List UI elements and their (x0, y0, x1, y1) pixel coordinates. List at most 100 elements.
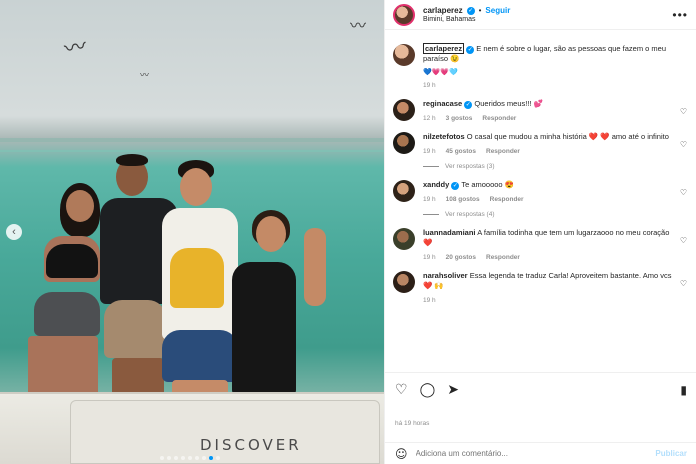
author-info: carlaperez ✓ • Seguir Bimini, Bahamas (423, 6, 672, 23)
comment-bubble-icon[interactable]: ◯ (420, 382, 436, 398)
comment-body: nilzetefotos O casal que mudou a minha h… (423, 132, 689, 155)
comment-likes[interactable]: 20 gostos (446, 254, 476, 261)
like-heart-icon[interactable]: ♡ (395, 382, 408, 398)
comment-item: nilzetefotos O casal que mudou a minha h… (393, 132, 689, 170)
comment-text-row: xanddy ✓ Te amooooo 😍 (423, 180, 675, 190)
author-avatar[interactable] (393, 44, 415, 66)
view-replies-button[interactable]: Ver respostas (3) (423, 163, 689, 170)
verified-badge-icon: ✓ (466, 46, 475, 54)
carousel-dot (181, 456, 185, 460)
comment-text: Te amooooo 😍 (461, 180, 515, 189)
comment-input[interactable] (415, 449, 648, 458)
person-head (180, 168, 212, 206)
like-comment-heart-icon[interactable]: ♡ (680, 140, 687, 149)
share-send-icon[interactable]: ➤ (447, 382, 459, 398)
comment-time: 19 h (423, 196, 436, 203)
person-swimsuit (232, 262, 296, 396)
commenter-avatar[interactable] (393, 132, 415, 154)
post-photo[interactable]: 〰 〰 〰 DISCOVER ‹ (0, 0, 384, 464)
commenter-avatar[interactable] (393, 99, 415, 121)
commenter-avatar[interactable] (393, 180, 415, 202)
more-options-icon[interactable]: ••• (672, 8, 688, 22)
tshirt-print (170, 248, 224, 308)
comment-item: luannadamiani A família todinha que tem … (393, 228, 689, 261)
like-comment-heart-icon[interactable]: ♡ (680, 236, 687, 245)
carousel-dot (188, 456, 192, 460)
commenter-username[interactable]: nilzetefotos (423, 132, 465, 141)
person-shorts (104, 300, 166, 358)
carousel-prev-button[interactable]: ‹ (6, 224, 22, 240)
horizon (0, 138, 384, 142)
comment-text-row: luannadamiani A família todinha que tem … (423, 228, 675, 248)
caption-meta: 19 h (423, 82, 675, 89)
seagull-icon: 〰 (140, 71, 150, 81)
commenter-username[interactable]: luannadamiani (423, 228, 476, 237)
comment-meta: 19 h 20 gostos Responder (423, 254, 675, 261)
comment-time: 12 h (423, 115, 436, 122)
comment-meta: 19 h (423, 297, 675, 304)
like-comment-heart-icon[interactable]: ♡ (680, 188, 687, 197)
comment-likes[interactable]: 3 gostos (446, 115, 473, 122)
author-row: carlaperez ✓ • Seguir (423, 6, 672, 15)
commenter-username[interactable]: reginacase (423, 99, 462, 108)
comment-time: 19 h (423, 297, 436, 304)
comment-time: 19 h (423, 254, 436, 261)
view-replies-label: Ver respostas (4) (445, 211, 495, 218)
commenter-avatar[interactable] (393, 271, 415, 293)
separator-dot: • (478, 6, 482, 15)
caption: carlaperez ✓ E nem é sobre o lugar, são … (393, 43, 689, 89)
comment-time: 19 h (423, 148, 436, 155)
caption-emojis: 💙💗💗🩵 (423, 68, 458, 76)
verified-badge-icon: ✓ (451, 182, 460, 190)
comment-body: reginacase ✓ Queridos meus!!! 💕 12 h 3 g… (423, 99, 689, 122)
post-location[interactable]: Bimini, Bahamas (423, 16, 672, 23)
person-shorts (162, 330, 238, 382)
carousel-dot (160, 456, 164, 460)
view-replies-button[interactable]: Ver respostas (4) (423, 211, 689, 218)
comment-body: narahsoliver Essa legenda te traduz Carl… (423, 271, 689, 304)
post-time-ago: há 19 horas (395, 420, 430, 427)
caption-username[interactable]: carlaperez (423, 43, 465, 54)
comment-text-row: narahsoliver Essa legenda te traduz Carl… (423, 271, 675, 291)
like-comment-heart-icon[interactable]: ♡ (680, 279, 687, 288)
replies-line (423, 214, 439, 215)
post-header: carlaperez ✓ • Seguir Bimini, Bahamas ••… (385, 0, 696, 30)
emoji-smile-icon[interactable]: ☺ (395, 447, 408, 461)
commenter-avatar[interactable] (393, 228, 415, 250)
person-shorts (34, 292, 100, 336)
comment-item: reginacase ✓ Queridos meus!!! 💕 12 h 3 g… (393, 99, 689, 122)
publish-button[interactable]: Publicar (655, 449, 687, 458)
sea-line (0, 150, 384, 152)
chevron-left-icon: ‹ (12, 226, 16, 238)
add-comment-bar: ☺ Publicar (385, 442, 696, 464)
reply-button[interactable]: Responder (490, 196, 524, 203)
post-actions-bar: ♡ ◯ ➤ ▮ (385, 372, 696, 406)
comment-likes[interactable]: 45 gostos (446, 148, 476, 155)
like-comment-heart-icon[interactable]: ♡ (680, 107, 687, 116)
carousel-dot (216, 456, 220, 460)
carousel-dot (202, 456, 206, 460)
caption-time: 19 h (423, 82, 436, 89)
author-username[interactable]: carlaperez (423, 6, 463, 15)
comment-body: luannadamiani A família todinha que tem … (423, 228, 689, 261)
comment-likes[interactable]: 108 gostos (446, 196, 480, 203)
commenter-username[interactable]: narahsoliver (423, 271, 468, 280)
seagull-icon: 〰 (350, 16, 367, 35)
follow-button[interactable]: Seguir (485, 6, 510, 15)
instagram-post-view: 〰 〰 〰 DISCOVER ‹ carlaperez ✓ • Seguir B… (0, 0, 696, 464)
reply-button[interactable]: Responder (486, 254, 520, 261)
comment-item: narahsoliver Essa legenda te traduz Carl… (393, 271, 689, 304)
reply-button[interactable]: Responder (486, 148, 520, 155)
comment-text: Queridos meus!!! 💕 (474, 99, 543, 108)
author-avatar[interactable] (393, 3, 415, 26)
reply-button[interactable]: Responder (482, 115, 516, 122)
person-head (66, 190, 94, 222)
save-bookmark-icon[interactable]: ▮ (680, 383, 687, 397)
person-arm (304, 228, 326, 306)
person-head (256, 216, 286, 252)
commenter-username[interactable]: xanddy (423, 180, 449, 189)
boat-label: DISCOVER (200, 436, 302, 454)
comments-list[interactable]: carlaperez ✓ E nem é sobre o lugar, são … (385, 38, 696, 368)
person-top (46, 244, 98, 278)
person-hair (116, 154, 148, 166)
